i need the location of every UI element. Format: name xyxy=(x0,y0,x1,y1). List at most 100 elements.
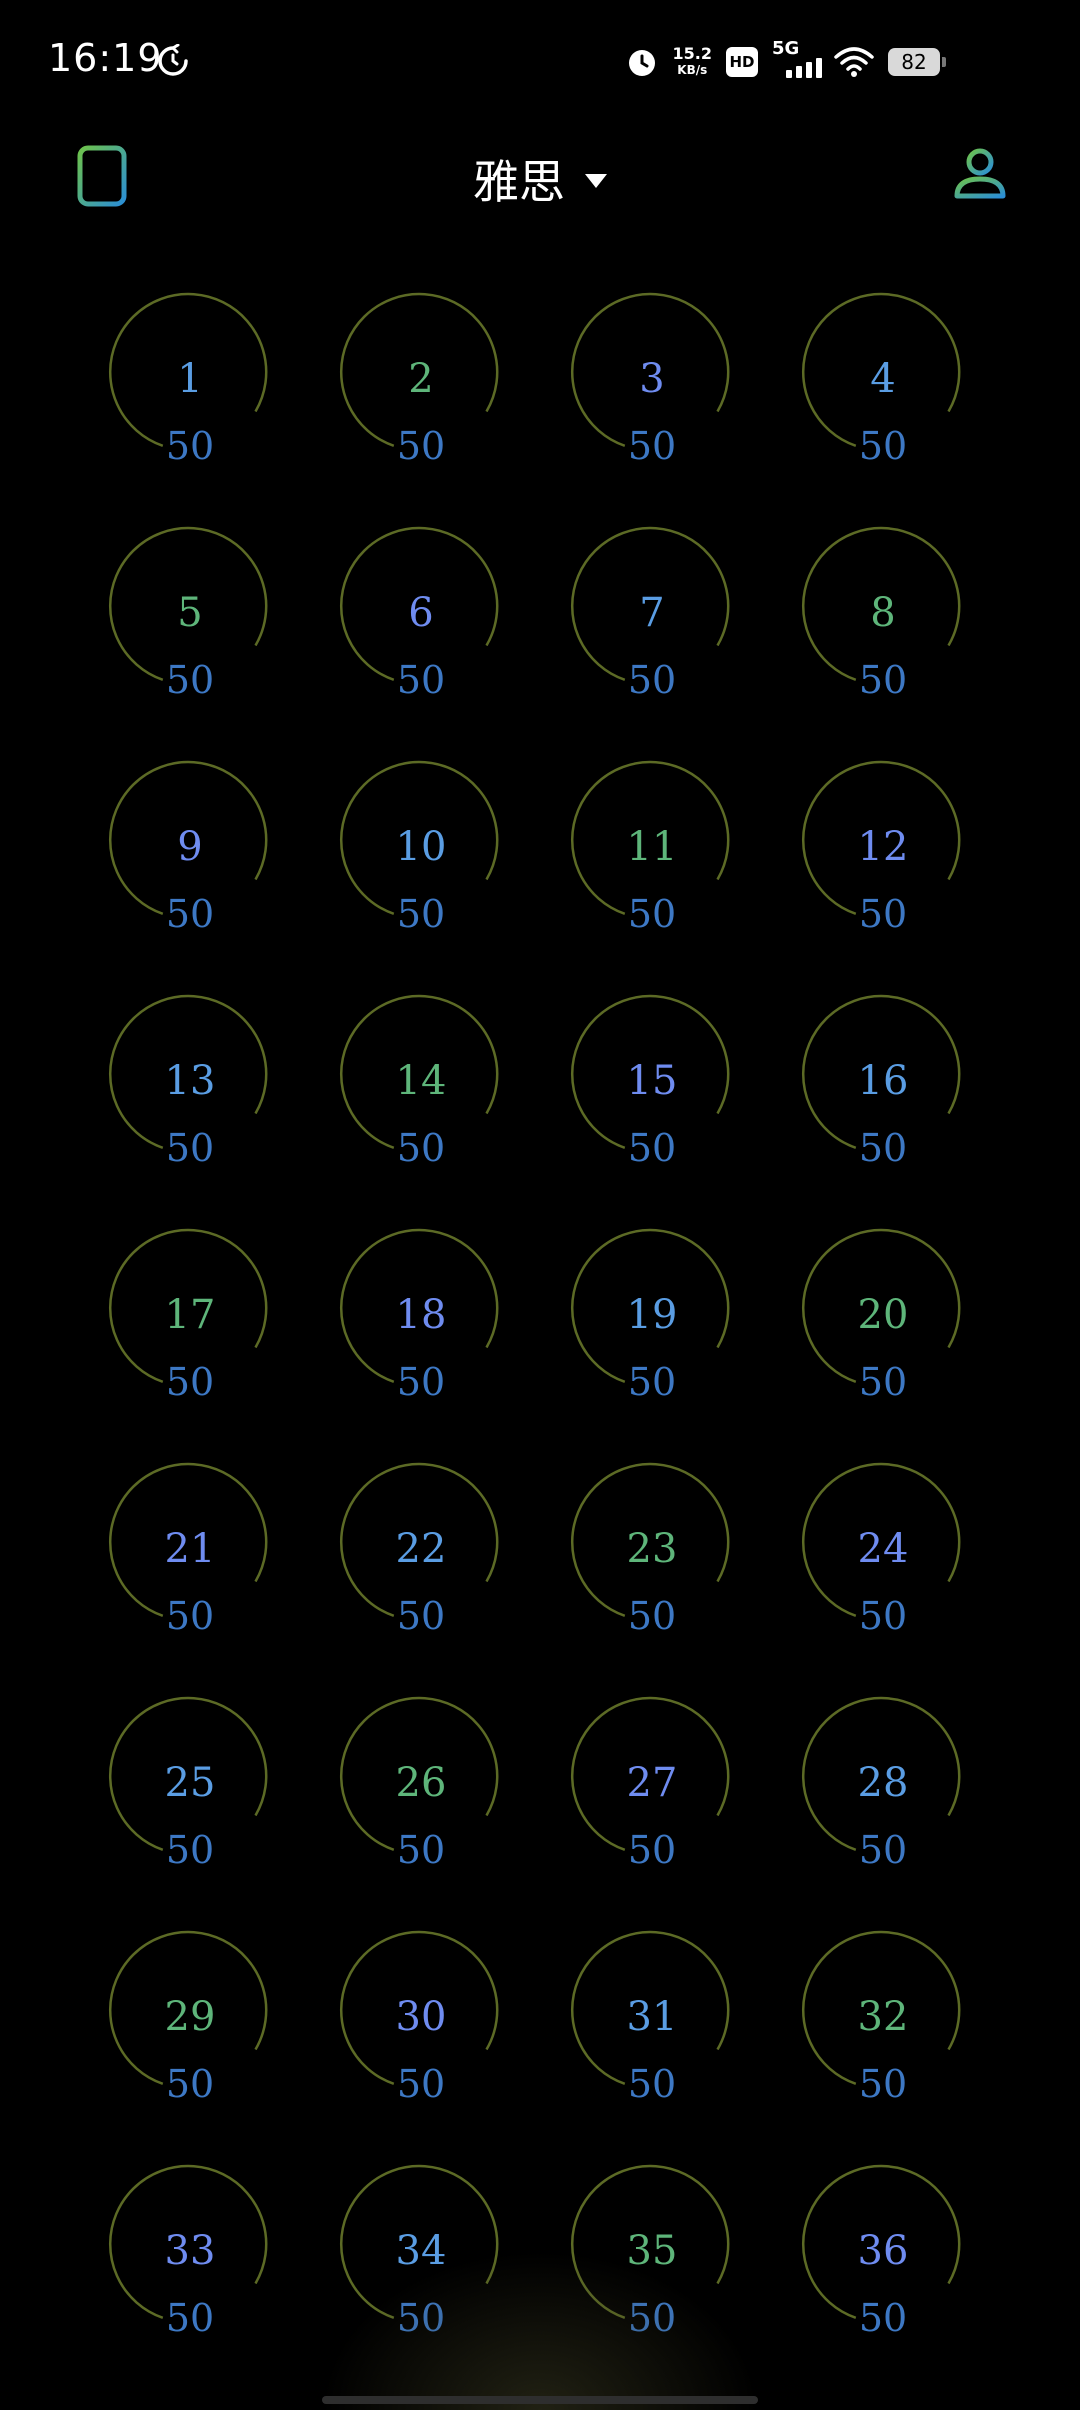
unit-tile[interactable]: 27 50 xyxy=(532,1694,763,1872)
unit-number: 29 xyxy=(164,1994,216,2040)
unit-tile[interactable]: 7 50 xyxy=(532,524,763,702)
unit-grid: 1 50 2 50 3 50 4 50 5 50 6 50 7 50 8 50 9 50 10 50 11 50 12 50 1… xyxy=(70,290,1010,2340)
unit-word-count: 50 xyxy=(396,1360,446,1404)
wifi-icon xyxy=(834,47,874,77)
unit-number: 26 xyxy=(395,1760,447,1806)
unit-tile[interactable]: 16 50 xyxy=(763,992,994,1170)
unit-number: 22 xyxy=(395,1526,447,1572)
unit-tile[interactable]: 31 50 xyxy=(532,1928,763,2106)
unit-word-count: 50 xyxy=(627,1360,677,1404)
unit-word-count: 50 xyxy=(165,1360,215,1404)
unit-number: 21 xyxy=(164,1526,216,1572)
unit-tile[interactable]: 3 50 xyxy=(532,290,763,468)
unit-number: 20 xyxy=(857,1292,909,1338)
unit-word-count: 50 xyxy=(858,1828,908,1872)
unit-tile[interactable]: 15 50 xyxy=(532,992,763,1170)
unit-number: 8 xyxy=(870,590,896,636)
unit-number: 19 xyxy=(626,1292,678,1338)
unit-word-count: 50 xyxy=(627,658,677,702)
unit-word-count: 50 xyxy=(396,424,446,468)
cellular-signal-icon: 5G xyxy=(772,38,822,80)
unit-word-count: 50 xyxy=(627,424,677,468)
unit-number: 33 xyxy=(164,2228,216,2274)
unit-word-count: 50 xyxy=(858,2062,908,2106)
unit-word-count: 50 xyxy=(396,2062,446,2106)
unit-tile[interactable]: 29 50 xyxy=(70,1928,301,2106)
unit-number: 18 xyxy=(395,1292,447,1338)
unit-tile[interactable]: 24 50 xyxy=(763,1460,994,1638)
unit-tile[interactable]: 6 50 xyxy=(301,524,532,702)
unit-word-count: 50 xyxy=(396,1594,446,1638)
unit-tile[interactable]: 23 50 xyxy=(532,1460,763,1638)
unit-word-count: 50 xyxy=(165,1828,215,1872)
network-speed-unit: KB/s xyxy=(677,63,708,77)
unit-tile[interactable]: 26 50 xyxy=(301,1694,532,1872)
unit-word-count: 50 xyxy=(165,1126,215,1170)
unit-number: 1 xyxy=(177,356,203,402)
unit-number: 36 xyxy=(857,2228,909,2274)
unit-number: 11 xyxy=(626,824,678,870)
network-speed: 15.2 KB/s xyxy=(673,46,712,78)
unit-tile[interactable]: 22 50 xyxy=(301,1460,532,1638)
unit-word-count: 50 xyxy=(858,2296,908,2340)
unit-number: 24 xyxy=(857,1526,909,1572)
unit-tile[interactable]: 28 50 xyxy=(763,1694,994,1872)
unit-number: 6 xyxy=(408,590,434,636)
unit-tile[interactable]: 20 50 xyxy=(763,1226,994,1404)
unit-tile[interactable]: 36 50 xyxy=(763,2162,994,2340)
sync-icon xyxy=(158,44,188,76)
unit-tile[interactable]: 1 50 xyxy=(70,290,301,468)
unit-word-count: 50 xyxy=(627,892,677,936)
unit-word-count: 50 xyxy=(858,1126,908,1170)
unit-number: 9 xyxy=(177,824,203,870)
unit-tile[interactable]: 33 50 xyxy=(70,2162,301,2340)
unit-tile[interactable]: 18 50 xyxy=(301,1226,532,1404)
unit-word-count: 50 xyxy=(396,658,446,702)
caret-down-icon xyxy=(585,174,607,188)
unit-tile[interactable]: 5 50 xyxy=(70,524,301,702)
unit-number: 15 xyxy=(626,1058,678,1104)
hd-badge: HD xyxy=(726,47,758,77)
unit-tile[interactable]: 13 50 xyxy=(70,992,301,1170)
unit-word-count: 50 xyxy=(858,1594,908,1638)
network-type-label: 5G xyxy=(772,38,800,59)
unit-word-count: 50 xyxy=(165,2062,215,2106)
unit-number: 25 xyxy=(164,1760,216,1806)
unit-tile[interactable]: 2 50 xyxy=(301,290,532,468)
unit-word-count: 50 xyxy=(165,658,215,702)
unit-number: 14 xyxy=(395,1058,447,1104)
unit-number: 10 xyxy=(395,824,447,870)
unit-word-count: 50 xyxy=(165,892,215,936)
unit-word-count: 50 xyxy=(858,424,908,468)
unit-tile[interactable]: 10 50 xyxy=(301,758,532,936)
battery-indicator: 82 xyxy=(888,48,946,76)
unit-tile[interactable]: 30 50 xyxy=(301,1928,532,2106)
unit-tile[interactable]: 4 50 xyxy=(763,290,994,468)
unit-word-count: 50 xyxy=(396,892,446,936)
title-selector[interactable]: 雅思 xyxy=(0,146,1080,212)
unit-word-count: 50 xyxy=(396,1126,446,1170)
alarm-icon xyxy=(628,50,655,76)
unit-tile[interactable]: 8 50 xyxy=(763,524,994,702)
unit-tile[interactable]: 17 50 xyxy=(70,1226,301,1404)
unit-number: 13 xyxy=(164,1058,216,1104)
unit-word-count: 50 xyxy=(858,658,908,702)
unit-tile[interactable]: 19 50 xyxy=(532,1226,763,1404)
unit-word-count: 50 xyxy=(165,2296,215,2340)
unit-number: 16 xyxy=(857,1058,909,1104)
unit-tile[interactable]: 21 50 xyxy=(70,1460,301,1638)
unit-tile[interactable]: 32 50 xyxy=(763,1928,994,2106)
unit-tile[interactable]: 25 50 xyxy=(70,1694,301,1872)
unit-word-count: 50 xyxy=(627,1594,677,1638)
unit-tile[interactable]: 12 50 xyxy=(763,758,994,936)
status-icons: 15.2 KB/s HD 5G 82 xyxy=(625,38,946,84)
unit-tile[interactable]: 14 50 xyxy=(301,992,532,1170)
user-profile-icon[interactable] xyxy=(952,146,1008,202)
unit-word-count: 50 xyxy=(165,424,215,468)
home-indicator[interactable] xyxy=(322,2396,758,2404)
unit-word-count: 50 xyxy=(396,1828,446,1872)
unit-word-count: 50 xyxy=(858,892,908,936)
unit-tile[interactable]: 9 50 xyxy=(70,758,301,936)
unit-tile[interactable]: 11 50 xyxy=(532,758,763,936)
unit-word-count: 50 xyxy=(627,1126,677,1170)
